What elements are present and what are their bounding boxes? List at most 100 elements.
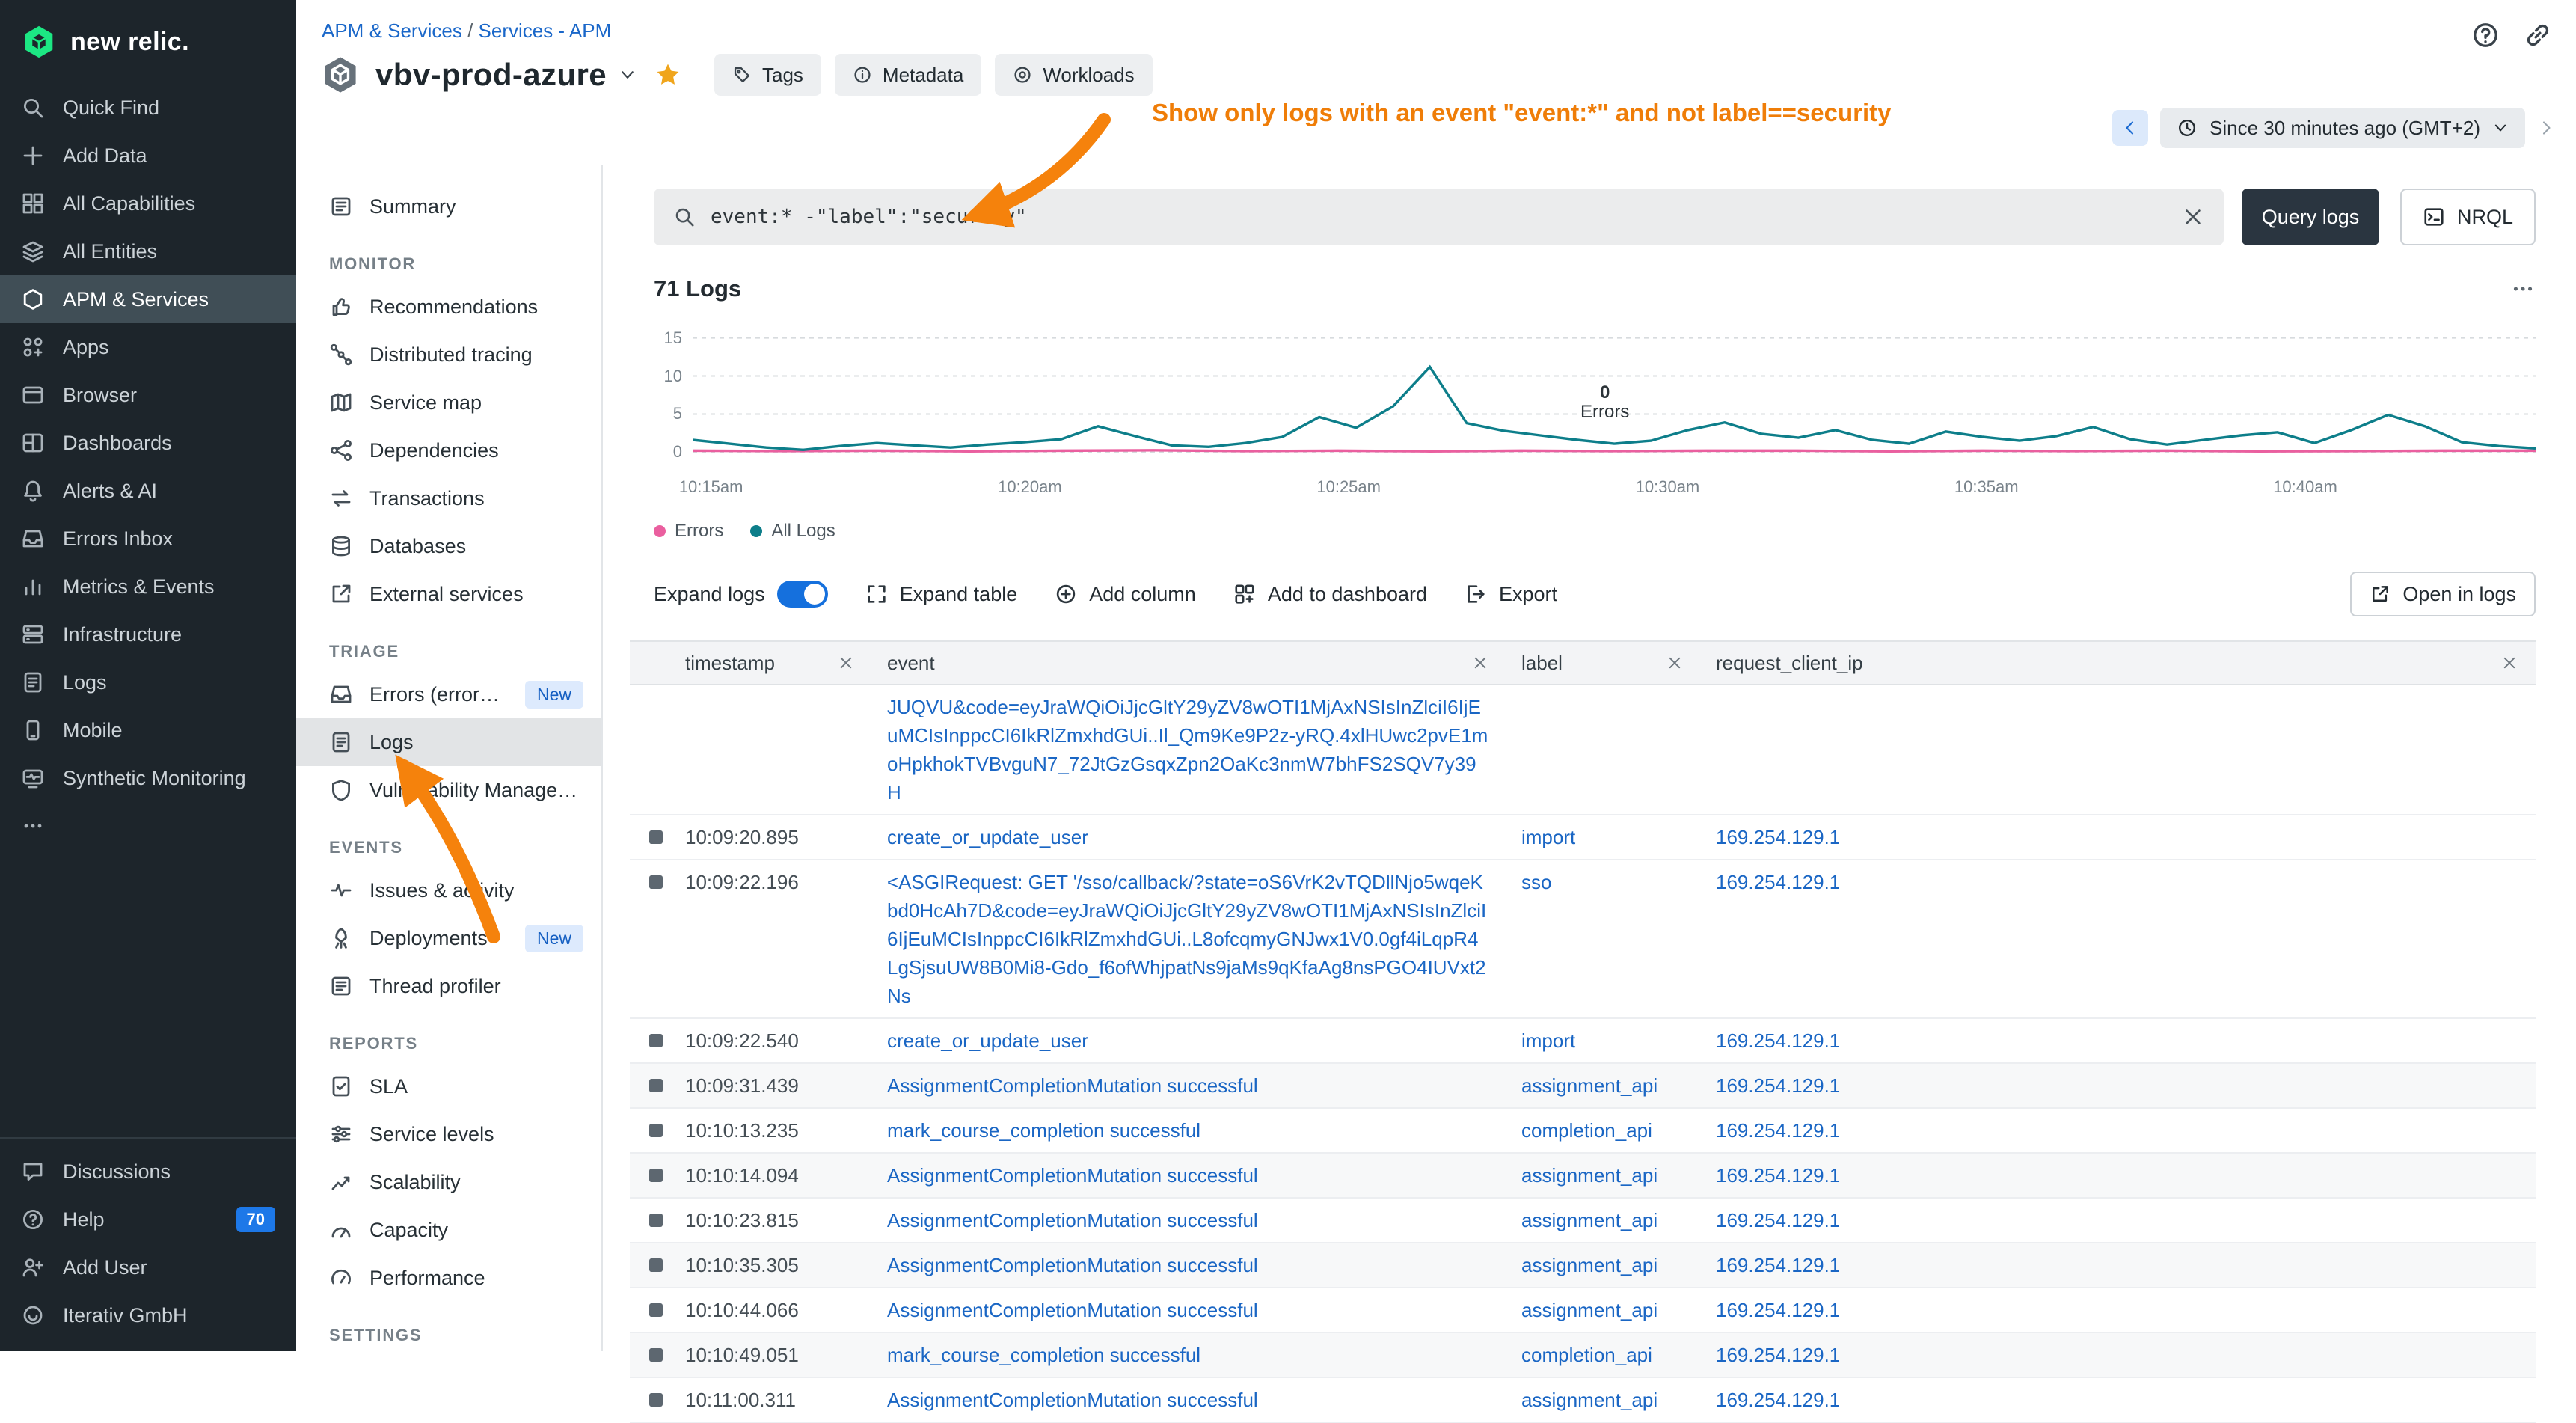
log-row[interactable]: 10:09:20.895create_or_update_userimport1…	[630, 815, 2536, 860]
log-row[interactable]: 10:11:00.311AssignmentCompletionMutation…	[630, 1378, 2536, 1423]
permalink-icon[interactable]	[2524, 21, 2552, 49]
remove-column-icon[interactable]	[1666, 655, 1683, 671]
sidebar-item-logs[interactable]: Logs	[0, 658, 296, 706]
open-in-logs-button[interactable]: Open in logs	[2350, 572, 2536, 616]
subnav-item-performance[interactable]: Performance	[296, 1254, 601, 1302]
log-event-link[interactable]: AssignmentCompletionMutation successful	[887, 1164, 1258, 1187]
sidebar-item-infrastructure[interactable]: Infrastructure	[0, 610, 296, 658]
log-event-link[interactable]: AssignmentCompletionMutation successful	[887, 1209, 1258, 1231]
sidebar-item-errors-inbox[interactable]: Errors Inbox	[0, 515, 296, 563]
clear-query-icon[interactable]	[2182, 206, 2204, 228]
log-label-link[interactable]: assignment_api	[1521, 1164, 1657, 1187]
subnav-item-service-map[interactable]: Service map	[296, 379, 601, 426]
sidebar-item-synthetic-monitoring[interactable]: Synthetic Monitoring	[0, 754, 296, 802]
sidebar-item-dashboards[interactable]: Dashboards	[0, 419, 296, 467]
subnav-item-service-levels[interactable]: Service levels	[296, 1110, 601, 1158]
sidebar-item-apm-services[interactable]: APM & Services	[0, 275, 296, 323]
subnav-item-sla[interactable]: SLA	[296, 1062, 601, 1110]
log-row[interactable]: 10:10:35.305AssignmentCompletionMutation…	[630, 1243, 2536, 1288]
add-column-button[interactable]: Add column	[1055, 583, 1196, 606]
sidebar-item-add-user[interactable]: Add User	[0, 1243, 296, 1291]
subnav-item-thread-profiler[interactable]: Thread profiler	[296, 962, 601, 1010]
log-ip-link[interactable]: 169.254.129.1	[1716, 1299, 1840, 1321]
subnav-item-recommendations[interactable]: Recommendations	[296, 283, 601, 331]
sidebar-item-all-capabilities[interactable]: All Capabilities	[0, 180, 296, 227]
log-ip-link[interactable]: 169.254.129.1	[1716, 1164, 1840, 1187]
log-event-link[interactable]: mark_course_completion successful	[887, 1344, 1200, 1366]
breadcrumb-link-apm-services[interactable]: APM & Services	[322, 19, 462, 42]
log-label-link[interactable]: assignment_api	[1521, 1254, 1657, 1276]
log-label-link[interactable]: sso	[1521, 871, 1551, 893]
remove-column-icon[interactable]	[1472, 655, 1488, 671]
nrql-button[interactable]: NRQL	[2400, 189, 2536, 245]
log-ip-link[interactable]: 169.254.129.1	[1716, 871, 1840, 893]
subnav-item-databases[interactable]: Databases	[296, 522, 601, 570]
toggle-on-icon[interactable]	[777, 581, 828, 608]
log-event-link[interactable]: create_or_update_user	[887, 1029, 1088, 1052]
log-row[interactable]: 10:10:44.066AssignmentCompletionMutation…	[630, 1288, 2536, 1333]
log-event-link[interactable]: mark_course_completion successful	[887, 1119, 1200, 1142]
log-row[interactable]: JUQVU&code=eyJraWQiOiJjcGltY29yZV8wOTI1M…	[630, 685, 2536, 815]
log-label-link[interactable]: completion_api	[1521, 1119, 1652, 1142]
subnav-item-transactions[interactable]: Transactions	[296, 474, 601, 522]
log-label-link[interactable]: import	[1521, 826, 1575, 848]
log-row[interactable]: 10:10:13.235mark_course_completion succe…	[630, 1109, 2536, 1154]
subnav-item-dependencies[interactable]: Dependencies	[296, 426, 601, 474]
breadcrumb-link-services-apm[interactable]: Services - APM	[479, 19, 612, 42]
log-event-link[interactable]: AssignmentCompletionMutation successful	[887, 1074, 1258, 1097]
log-ip-link[interactable]: 169.254.129.1	[1716, 1254, 1840, 1276]
subnav-item-scalability[interactable]: Scalability	[296, 1158, 601, 1206]
log-row[interactable]: 10:10:23.815AssignmentCompletionMutation…	[630, 1199, 2536, 1243]
sidebar-item-quick-find[interactable]: Quick Find	[0, 84, 296, 132]
legend-errors[interactable]: Errors	[654, 521, 723, 542]
log-event-link[interactable]: AssignmentCompletionMutation successful	[887, 1389, 1258, 1411]
sidebar-item-all-entities[interactable]: All Entities	[0, 227, 296, 275]
log-row[interactable]: 10:10:14.094AssignmentCompletionMutation…	[630, 1154, 2536, 1199]
subnav-item-issues-activity[interactable]: Issues & activity	[296, 866, 601, 914]
log-query-input[interactable]: event:* -"label":"security"	[654, 189, 2224, 245]
export-button[interactable]: Export	[1465, 583, 1557, 606]
sidebar-item-browser[interactable]: Browser	[0, 371, 296, 419]
remove-column-icon[interactable]	[2501, 655, 2518, 671]
log-label-link[interactable]: assignment_api	[1521, 1209, 1657, 1231]
sidebar-item-add-data[interactable]: Add Data	[0, 132, 296, 180]
log-label-link[interactable]: completion_api	[1521, 1344, 1652, 1366]
sidebar-item-mobile[interactable]: Mobile	[0, 706, 296, 754]
logs-timeseries-chart[interactable]: 051015 0 Errors	[654, 320, 2536, 470]
subnav-item-external-services[interactable]: External services	[296, 570, 601, 618]
column-header-request-client-ip[interactable]: request_client_ip	[1701, 642, 2536, 684]
log-ip-link[interactable]: 169.254.129.1	[1716, 1344, 1840, 1366]
legend-all-logs[interactable]: All Logs	[750, 521, 835, 542]
add-to-dashboard-button[interactable]: Add to dashboard	[1233, 583, 1427, 606]
log-event-link[interactable]: AssignmentCompletionMutation successful	[887, 1254, 1258, 1276]
sidebar-item-apps[interactable]: Apps	[0, 323, 296, 371]
sidebar-item-metrics-events[interactable]: Metrics & Events	[0, 563, 296, 610]
subnav-item-logs[interactable]: Logs	[296, 718, 601, 766]
log-label-link[interactable]: assignment_api	[1521, 1389, 1657, 1411]
sidebar-item-alerts-ai[interactable]: Alerts & AI	[0, 467, 296, 515]
log-row[interactable]: 10:09:22.540create_or_update_userimport1…	[630, 1019, 2536, 1064]
subnav-item-distributed-tracing[interactable]: Distributed tracing	[296, 331, 601, 379]
log-row[interactable]: 10:09:22.196<ASGIRequest: GET '/sso/call…	[630, 860, 2536, 1019]
time-range-dropdown[interactable]: Since 30 minutes ago (GMT+2)	[2160, 108, 2525, 148]
entity-dropdown-chevron-icon[interactable]	[619, 66, 637, 84]
time-forward-button[interactable]	[2537, 119, 2555, 137]
query-logs-button[interactable]: Query logs	[2242, 189, 2379, 245]
subnav-item-deployments[interactable]: DeploymentsNew	[296, 914, 601, 962]
column-header-timestamp[interactable]: timestamp	[630, 642, 872, 684]
workloads-button[interactable]: Workloads	[995, 54, 1152, 96]
tags-button[interactable]: Tags	[714, 54, 821, 96]
subnav-item-errors-errors-inb[interactable]: Errors (errors inb...New	[296, 670, 601, 718]
expand-table-button[interactable]: Expand table	[865, 583, 1018, 606]
sidebar-item-item[interactable]	[0, 802, 296, 850]
log-event-link[interactable]: JUQVU&code=eyJraWQiOiJjcGltY29yZV8wOTI1M…	[887, 696, 1488, 804]
log-ip-link[interactable]: 169.254.129.1	[1716, 1074, 1840, 1097]
log-row[interactable]: 10:10:49.051mark_course_completion succe…	[630, 1333, 2536, 1378]
log-ip-link[interactable]: 169.254.129.1	[1716, 1029, 1840, 1052]
log-event-link[interactable]: AssignmentCompletionMutation successful	[887, 1299, 1258, 1321]
favorite-star-icon[interactable]	[654, 61, 681, 88]
log-label-link[interactable]: assignment_api	[1521, 1299, 1657, 1321]
subnav-item-summary[interactable]: Summary	[296, 183, 601, 230]
log-ip-link[interactable]: 169.254.129.1	[1716, 826, 1840, 848]
sidebar-item-help[interactable]: Help70	[0, 1196, 296, 1243]
